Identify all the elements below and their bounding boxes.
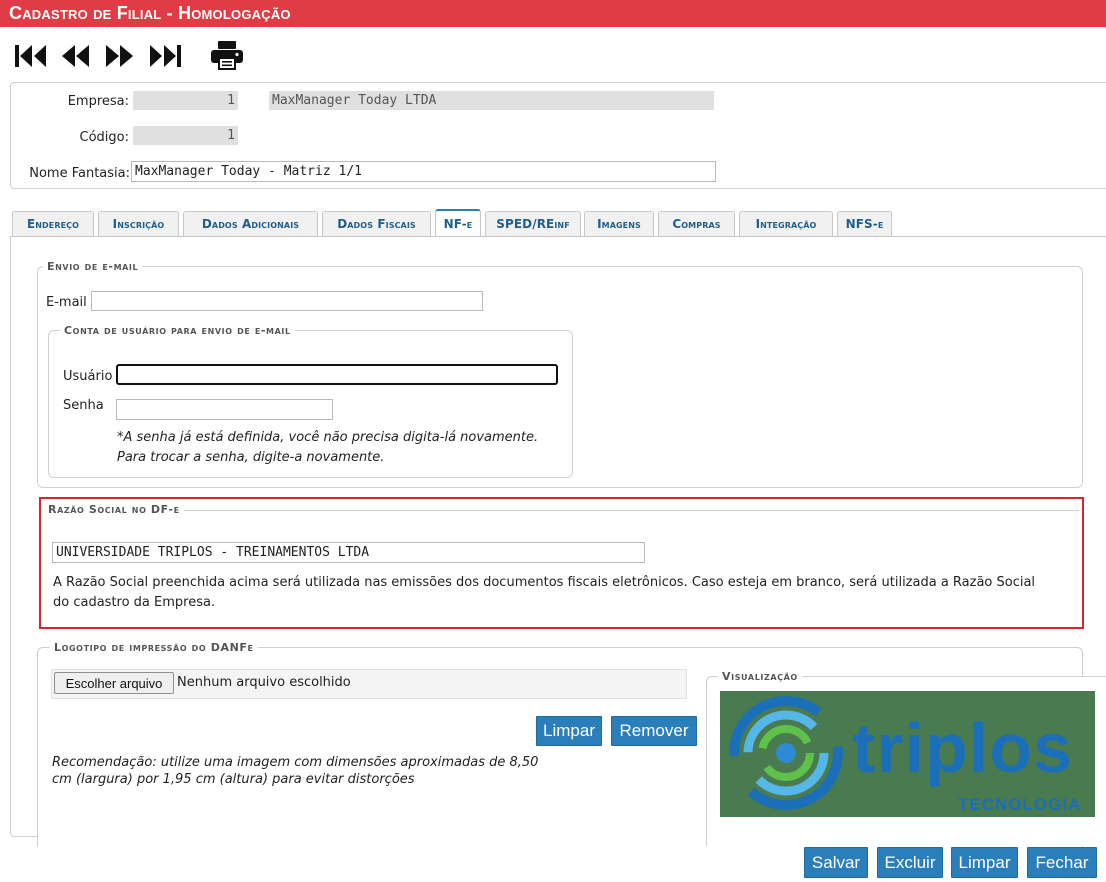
usuario-input[interactable] [116, 364, 558, 385]
razao-social-rule [44, 510, 1079, 511]
logo-legend: Logotipo de impressão do DANFe [50, 641, 258, 654]
tab-dados-fiscais[interactable]: Dados Fiscais [322, 211, 431, 236]
tab-nfse[interactable]: NFS-e [837, 211, 892, 236]
tab-imagens[interactable]: Imagens [584, 211, 654, 236]
senha-input[interactable] [116, 399, 333, 420]
no-file-label: Nenhum arquivo escolhido [177, 675, 351, 690]
limpar-button[interactable]: Limpar [951, 847, 1018, 878]
choose-file-button[interactable]: Escolher arquivo [54, 672, 174, 694]
tab-divider [10, 236, 1106, 237]
fechar-button[interactable]: Fechar [1027, 847, 1097, 878]
empresa-name-field: MaxManager Today LTDA [269, 91, 714, 110]
previous-record-icon[interactable] [60, 40, 92, 72]
logo-preview-image: triplos TECNOLOGIA [720, 691, 1095, 817]
tab-integracao[interactable]: Integração [739, 211, 833, 236]
recommendation-line2: cm (largura) por 1,95 cm (altura) para e… [52, 772, 415, 787]
razao-social-legend: Razão Social no DF-e [44, 503, 184, 516]
email-input[interactable] [91, 291, 483, 311]
printer-icon[interactable] [208, 40, 246, 72]
tab-endereco[interactable]: Endereço [12, 211, 94, 236]
codigo-label: Código: [79, 130, 129, 145]
last-record-icon[interactable] [148, 40, 184, 72]
next-record-icon[interactable] [104, 40, 136, 72]
salvar-button[interactable]: Salvar [804, 847, 868, 878]
email-label: E-mail [46, 295, 87, 310]
empresa-label: Empresa: [67, 94, 129, 109]
logo-remover-button[interactable]: Remover [611, 716, 697, 746]
excluir-button[interactable]: Excluir [877, 847, 943, 878]
tab-sped-reinf[interactable]: SPED/REinf [485, 211, 581, 236]
preview-legend: Visualização [718, 670, 802, 683]
window-title: Cadastro de Filial - Homologação [9, 3, 291, 23]
logo-sub-text: TECNOLOGIA [958, 795, 1082, 814]
codigo-field: 1 [133, 126, 238, 145]
first-record-icon[interactable] [13, 40, 49, 72]
tab-inscricao[interactable]: Inscrição [98, 211, 179, 236]
empresa-code-field: 1 [133, 91, 238, 110]
razao-social-help-line1: A Razão Social preenchida acima será uti… [53, 575, 1036, 590]
recommendation-line1: Recomendação: utilize uma imagem com dim… [52, 755, 539, 770]
nome-fantasia-label: Nome Fantasia: [29, 166, 130, 181]
senha-note-line2: Para trocar a senha, digite-a novamente. [117, 450, 385, 465]
nome-fantasia-input[interactable]: MaxManager Today - Matriz 1/1 [131, 161, 716, 182]
razao-social-help-line2: do cadastro da Empresa. [53, 595, 216, 610]
senha-note-line1: *A senha já está definida, você não prec… [117, 430, 539, 445]
tab-dados-adicionais[interactable]: Dados Adicionais [183, 211, 318, 236]
logo-brand-text: triplos [852, 709, 1073, 787]
tab-nfe[interactable]: NF-e [435, 209, 481, 236]
razao-social-input[interactable]: UNIVERSIDADE TRIPLOS - TREINAMENTOS LTDA [52, 542, 645, 563]
senha-label: Senha [63, 398, 104, 413]
logo-limpar-button[interactable]: Limpar [536, 716, 602, 746]
email-legend: Envio de e-mail [43, 260, 143, 273]
account-legend: Conta de usuário para envio de e-mail [60, 324, 295, 337]
tab-compras[interactable]: Compras [658, 211, 735, 236]
usuario-label: Usuário [63, 369, 113, 384]
